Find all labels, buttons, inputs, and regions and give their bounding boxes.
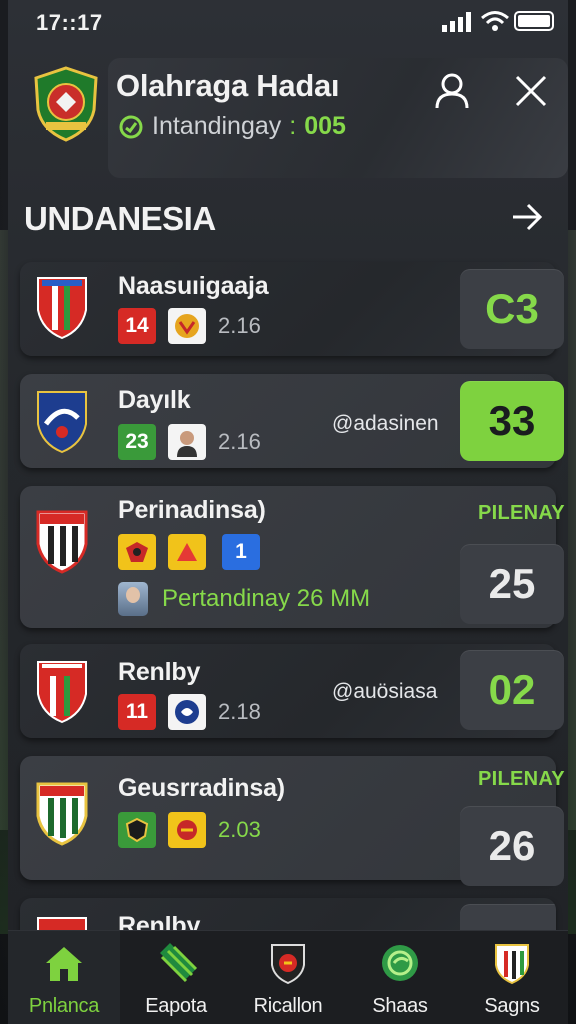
odds-value: 2.16 [218,313,261,338]
nav-label: Pnlanca [28,995,100,1017]
team-badge-icon [168,694,206,730]
nav-item-ricallon[interactable]: Ricallon [232,931,344,1024]
score-box[interactable]: 33 [460,381,564,461]
featured-player: Pertandinay 26 MM [118,582,370,616]
match-card[interactable]: Perinadinsa) PILENAY 1 Pertandinay 26 MM… [20,486,565,628]
team-badge-icon [118,812,156,848]
live-icon [119,115,143,138]
signal-icon [442,12,471,32]
team-crest [37,661,87,724]
stats-row: 2.03 [118,812,261,848]
status-label: PILENAY [478,768,565,790]
team-badge-icon [168,308,206,344]
team-name: Perinadinsa) [118,496,266,524]
status-bar: 17::17 [8,0,568,44]
nav-label: Shaas [372,995,428,1017]
score-box[interactable]: 25 [460,544,564,624]
team-crest [36,510,88,574]
stat-chip: 14 [118,308,156,344]
crest-icon [495,944,529,985]
odds-value: 2.16 [218,429,261,454]
status-time: 17::17 [36,10,103,35]
stat-chip: 1 [222,534,260,570]
app-title: Olahraga Hadaı [116,68,340,103]
team-crest [36,782,88,846]
team-name: Renlby [118,658,201,686]
home-icon [46,947,82,981]
stats-row: 1 [118,534,260,570]
shield-icon [271,944,305,985]
player-photo-icon [168,424,206,460]
stripes-icon [160,943,198,983]
app-screen: 17::17 Olahraga Hadaı Intandingay: 005 … [8,0,568,1024]
nav-item-sagns[interactable]: Sagns [456,931,568,1024]
match-card[interactable]: Renlby 11 2.18 @auösiasa 02 [20,644,564,738]
subtitle-value: 005 [304,112,346,140]
score-box[interactable]: 26 [460,806,564,886]
stats-row: 23 2.16 [118,424,261,460]
handle-text: @adasinen [332,412,439,435]
subtitle-separator: : [289,112,297,140]
team-crest [37,391,87,454]
odds-value: 2.18 [218,699,261,724]
subtitle-text: Intandingay [152,112,282,140]
handle-text: @auösiasa [332,680,438,703]
nav-item-home[interactable]: Pnlanca [8,931,120,1024]
header-subtitle: Intandingay : 005 [118,112,346,141]
status-label: PILENAY [478,502,565,524]
stats-row: 11 2.18 [118,694,261,730]
club-logo [34,66,98,142]
match-card[interactable]: Dayılk 23 2.16 @adasinen 33 [20,374,564,468]
score-box[interactable]: 02 [460,650,564,730]
nav-label: Ricallon [253,995,323,1017]
team-name: Geusrradinsa) [118,774,285,802]
match-card[interactable]: Geusrradinsa) PILENAY 2.03 26 [20,756,565,886]
stat-chip: 11 [118,694,156,730]
user-icon[interactable] [434,72,470,110]
nav-item-shaas[interactable]: Shaas [344,931,456,1024]
nav-label: Sagns [484,995,540,1017]
close-icon[interactable] [514,74,548,108]
match-card[interactable]: Naasuıigaaja 14 2.16 C3 [20,262,564,356]
stat-chip: 23 [118,424,156,460]
team-badge-icon [168,812,206,848]
team-name: Dayılk [118,386,191,414]
bottom-nav: Pnlanca Eapota Ricallon Shaas Sagns [8,930,568,1024]
section-title: UNDANESIA [24,200,216,237]
player-text: Pertandinay 26 MM [162,585,371,612]
ball-icon [382,945,418,981]
team-badge-icon [118,534,156,570]
arrow-right-icon[interactable] [510,200,544,234]
nav-item-eapota[interactable]: Eapota [120,931,232,1024]
team-name: Naasuıigaaja [118,272,269,300]
warning-icon [168,534,206,570]
odds-value: 2.03 [218,817,261,842]
avatar [118,582,148,616]
app-header: Olahraga Hadaı Intandingay : 005 [8,48,568,188]
battery-icon [514,11,554,31]
wifi-icon [481,11,509,31]
stats-row: 14 2.16 [118,308,261,344]
score-box[interactable]: C3 [460,269,564,349]
team-crest [37,277,87,340]
nav-label: Eapota [145,995,207,1017]
